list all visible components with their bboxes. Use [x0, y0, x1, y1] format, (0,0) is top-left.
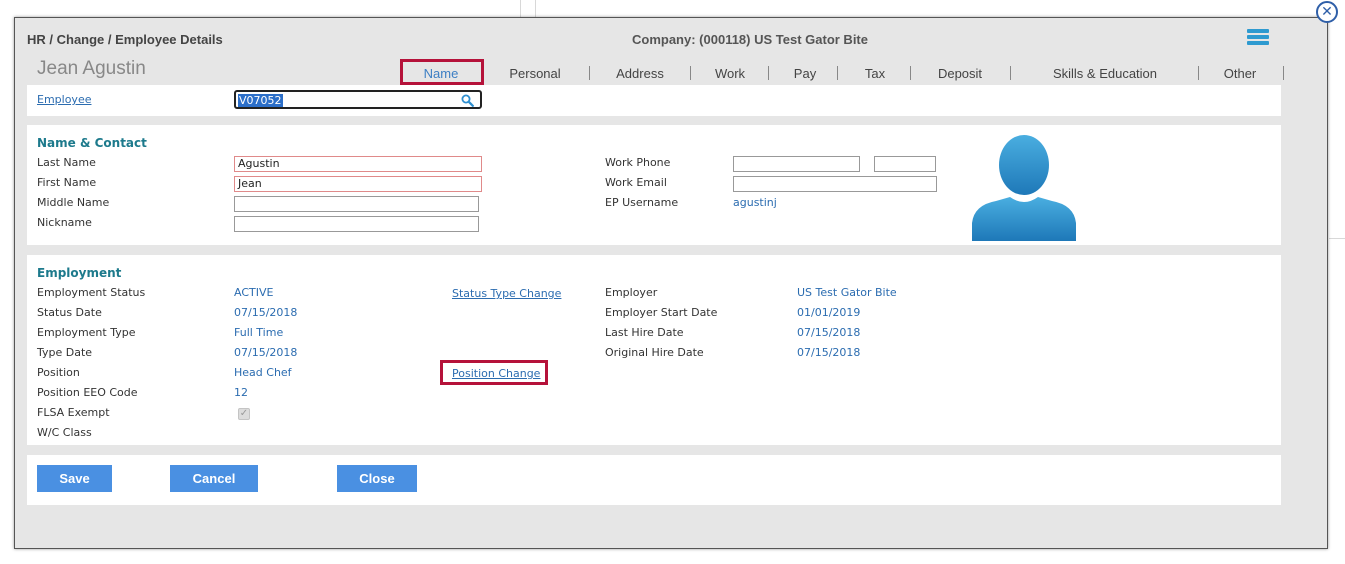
middle-name-label: Middle Name: [37, 196, 110, 209]
close-icon[interactable]: ✕: [1316, 1, 1338, 23]
tab-separator: [690, 66, 691, 80]
employee-name-heading: Jean Agustin: [37, 58, 146, 79]
employee-search-input[interactable]: V07052: [234, 90, 482, 109]
ep-username-label: EP Username: [605, 196, 679, 209]
tab-deposit[interactable]: Deposit: [925, 66, 995, 81]
tab-work[interactable]: Work: [700, 66, 760, 81]
position-change-highlight: [440, 360, 548, 385]
cancel-button[interactable]: Cancel: [170, 465, 258, 492]
tab-separator: [1198, 66, 1199, 80]
flsa-exempt-checkbox[interactable]: ✓: [238, 408, 250, 420]
flsa-exempt-label: FLSA Exempt: [37, 406, 110, 419]
last-hire-date-label: Last Hire Date: [605, 326, 684, 339]
employment-panel: Employment Employment Status ACTIVE Stat…: [27, 255, 1281, 445]
backdrop-divider: [1329, 238, 1345, 239]
tab-separator: [910, 66, 911, 80]
type-date-label: Type Date: [37, 346, 93, 359]
close-button[interactable]: Close: [337, 465, 417, 492]
first-name-field[interactable]: Jean: [234, 176, 482, 192]
nickname-field[interactable]: [234, 216, 479, 232]
original-hire-date-value: 07/15/2018: [797, 346, 861, 359]
employee-link[interactable]: Employee: [37, 93, 91, 106]
employer-start-date-value: 01/01/2019: [797, 306, 861, 319]
section-title-name-contact: Name & Contact: [37, 136, 147, 150]
employee-id-value: V07052: [238, 94, 283, 107]
employment-type-label: Employment Type: [37, 326, 136, 339]
tab-separator: [837, 66, 838, 80]
actions-panel: Save Cancel Close: [27, 455, 1281, 505]
tab-separator: [1010, 66, 1011, 80]
tab-separator: [589, 66, 590, 80]
search-icon[interactable]: [461, 94, 474, 107]
name-contact-panel: Name & Contact Last Name Agustin First N…: [27, 125, 1281, 245]
avatar[interactable]: [972, 131, 1077, 241]
employment-type-value: Full Time: [234, 326, 284, 339]
tab-name-highlight: [400, 59, 484, 85]
employer-value: US Test Gator Bite: [797, 286, 897, 299]
employment-status-label: Employment Status: [37, 286, 146, 299]
work-phone-field[interactable]: [733, 156, 860, 172]
first-name-label: First Name: [37, 176, 97, 189]
company-title: Company: (000118) US Test Gator Bite: [632, 32, 868, 47]
employer-label: Employer: [605, 286, 658, 299]
work-phone-ext-field[interactable]: [874, 156, 936, 172]
breadcrumb: HR / Change / Employee Details: [27, 32, 223, 47]
type-date-value: 07/15/2018: [234, 346, 298, 359]
tab-other[interactable]: Other: [1210, 66, 1270, 81]
status-date-value: 07/15/2018: [234, 306, 298, 319]
tab-tax[interactable]: Tax: [850, 66, 900, 81]
middle-name-field[interactable]: [234, 196, 479, 212]
tab-pay[interactable]: Pay: [780, 66, 830, 81]
tab-separator: [1283, 66, 1284, 80]
employee-lookup-panel: Employee V07052: [27, 85, 1281, 116]
list-menu-icon[interactable]: [1247, 29, 1269, 47]
work-phone-label: Work Phone: [605, 156, 671, 169]
last-name-label: Last Name: [37, 156, 96, 169]
tab-address[interactable]: Address: [600, 66, 680, 81]
last-name-field[interactable]: Agustin: [234, 156, 482, 172]
wc-class-label: W/C Class: [37, 426, 92, 439]
tab-separator: [768, 66, 769, 80]
position-value: Head Chef: [234, 366, 292, 379]
save-button[interactable]: Save: [37, 465, 112, 492]
backdrop-divider: [535, 0, 536, 17]
position-eeo-label: Position EEO Code: [37, 386, 138, 399]
ep-username-value: agustinj: [733, 196, 777, 209]
employer-start-date-label: Employer Start Date: [605, 306, 718, 319]
status-date-label: Status Date: [37, 306, 102, 319]
original-hire-date-label: Original Hire Date: [605, 346, 704, 359]
nickname-label: Nickname: [37, 216, 92, 229]
last-hire-date-value: 07/15/2018: [797, 326, 861, 339]
position-label: Position: [37, 366, 80, 379]
work-email-field[interactable]: [733, 176, 937, 192]
employee-details-dialog: HR / Change / Employee Details Company: …: [14, 17, 1328, 549]
backdrop-divider: [520, 0, 521, 17]
position-eeo-value: 12: [234, 386, 248, 399]
tab-personal[interactable]: Personal: [495, 66, 575, 81]
employment-status-value: ACTIVE: [234, 286, 274, 299]
section-title-employment: Employment: [37, 266, 122, 280]
tab-skills-education[interactable]: Skills & Education: [1035, 66, 1175, 81]
work-email-label: Work Email: [605, 176, 667, 189]
status-type-change-link[interactable]: Status Type Change: [452, 287, 561, 300]
